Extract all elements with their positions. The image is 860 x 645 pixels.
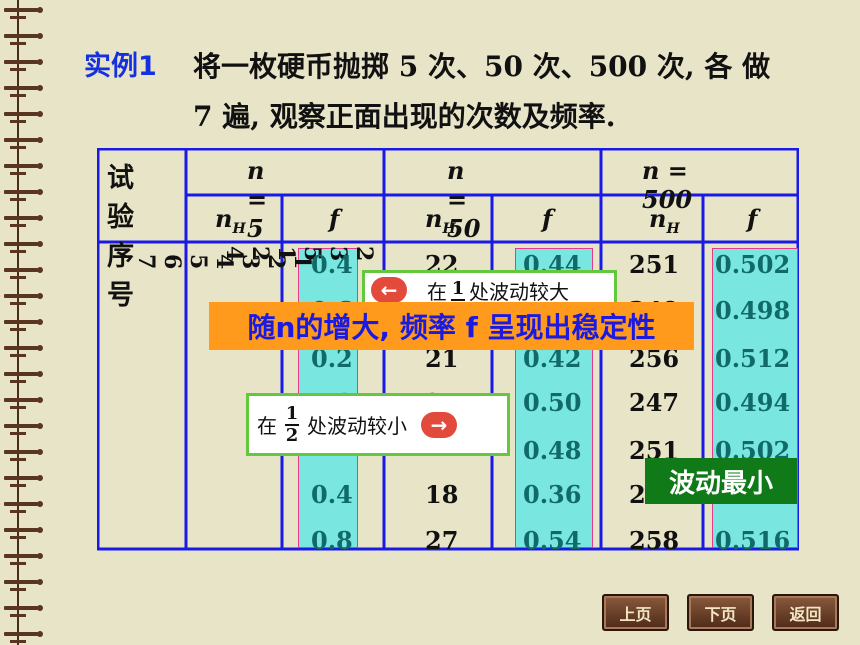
n500-f-row-3: 0.512 (715, 344, 791, 373)
fraction-half: 12 (285, 402, 299, 446)
n5-nh-values: 2 3 5 1 2 4 (221, 246, 377, 270)
problem-line-2: 7 遍, 观察正面出现的次数及频率. (193, 100, 616, 133)
f-header-5: f (329, 204, 340, 233)
n50-f-row-7: 0.54 (523, 526, 582, 555)
arrow-left-icon[interactable]: ← (371, 277, 407, 303)
min-fluctuation-tag: 波动最小 (645, 458, 797, 504)
prev-page-button[interactable]: 上页 (602, 594, 669, 631)
problem-line-1: 将一枚硬币抛掷 5 次、50 次、500 次, 各 做 (193, 50, 771, 83)
n500-f-row-1: 0.502 (715, 250, 791, 279)
n50-f-row-4: 0.50 (523, 388, 582, 417)
n50-nh-row-7: 27 (425, 526, 459, 555)
n500-nh-row-6: 2 (629, 480, 646, 509)
n50-nh-row-6: 18 (425, 480, 459, 509)
back-button[interactable]: 返回 (772, 594, 839, 631)
n500-nh-row-7: 258 (629, 526, 680, 555)
next-page-button[interactable]: 下页 (687, 594, 754, 631)
nh-header-500: nH (649, 204, 680, 237)
n50-f-row-6: 0.36 (523, 480, 582, 509)
fraction: 1 (451, 278, 465, 301)
trial-header: 试验 序号 (107, 163, 134, 311)
f-header-50: f (542, 204, 553, 233)
example-label: 实例1 (84, 51, 157, 82)
n500-f-row-2: 0.498 (715, 296, 791, 325)
group-n5: n = 5 (247, 156, 268, 243)
n500-f-row-4: 0.494 (715, 388, 791, 417)
notebook-spine (0, 0, 52, 645)
nh-header-5: nH (215, 204, 246, 237)
n5-f-row-6: 0.4 (311, 480, 353, 509)
nh-header-50: nH (425, 204, 456, 237)
n500-nh-row-4: 247 (629, 388, 680, 417)
f-header-500: f (747, 204, 758, 233)
n5-f-row-1: 0.4 (311, 250, 353, 279)
n500-nh-row-1: 251 (629, 250, 680, 279)
callout-small-fluctuation: 在 12 处波动较小 → (246, 393, 510, 456)
problem-statement: 将一枚硬币抛掷 5 次、50 次、500 次, 各 做 7 遍, 观察正面出现的… (193, 42, 838, 142)
n5-f-row-7: 0.8 (311, 526, 353, 555)
n50-f-row-5: 0.48 (523, 436, 582, 465)
stability-banner: 随n的增大, 频率 f 呈现出稳定性 (209, 302, 694, 350)
arrow-right-icon[interactable]: → (421, 411, 457, 438)
n500-f-row-7: 0.516 (715, 526, 791, 555)
